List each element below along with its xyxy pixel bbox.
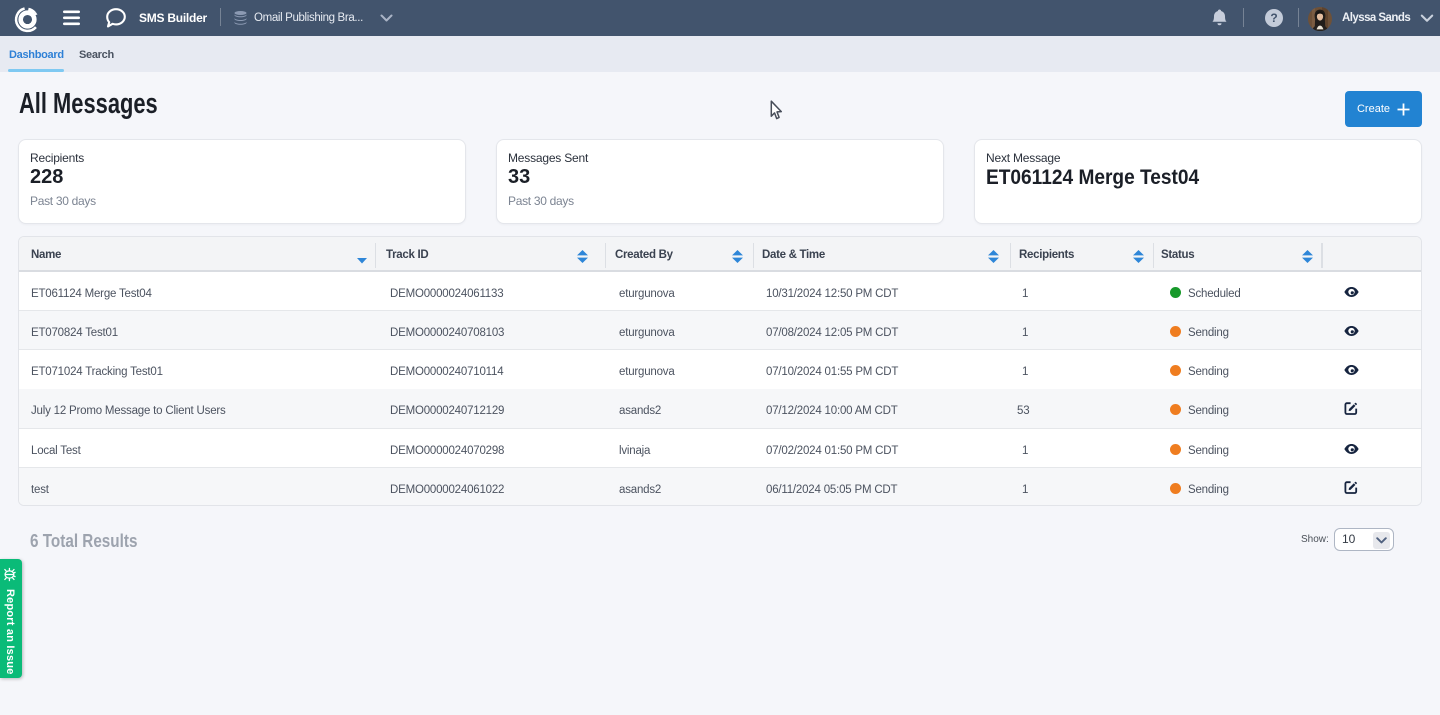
svg-text:?: ? <box>1270 11 1277 25</box>
